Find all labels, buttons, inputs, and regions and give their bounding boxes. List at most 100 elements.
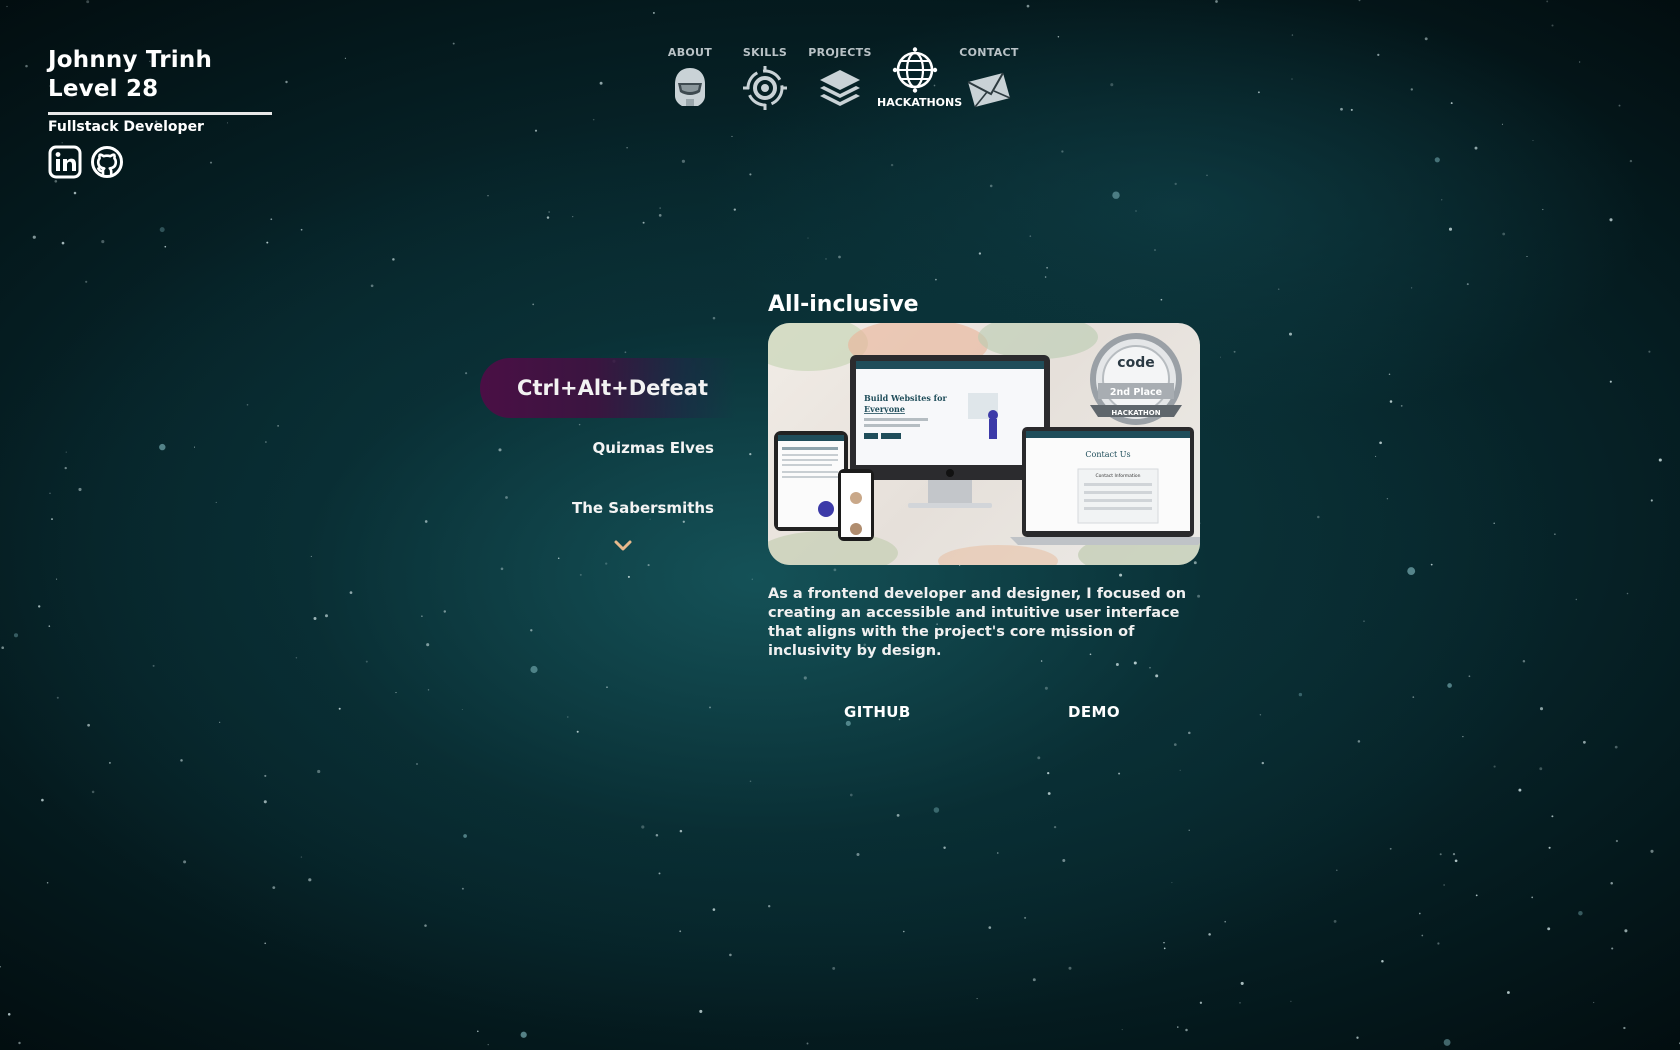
star [1650,499,1653,502]
star [461,887,464,890]
star [1206,174,1208,177]
star [605,562,608,565]
hackathon-item-active[interactable]: Ctrl+Alt+Defeat [480,358,736,418]
star [557,557,560,559]
star [1624,929,1628,933]
star [1112,191,1120,199]
star [465,372,468,375]
star [1289,332,1292,336]
star [300,856,303,858]
star [1171,882,1173,884]
star [658,872,661,875]
nav-item-contact[interactable]: CONTACT [951,46,1027,112]
star [164,245,167,248]
star [272,886,276,889]
star [1618,104,1621,107]
star [65,451,67,453]
demo-button[interactable]: DEMO [1068,703,1120,721]
star [338,707,341,710]
star [1441,199,1443,201]
star [712,316,716,320]
star [1356,1036,1359,1039]
star [1037,756,1041,760]
star [325,614,328,618]
star [1239,1002,1241,1004]
mockup-headline-emphasis: Everyone [864,404,905,414]
star [370,284,374,288]
star [658,214,662,217]
star [85,280,88,283]
star [1439,853,1442,856]
star [500,567,504,571]
star [627,575,630,578]
star [729,953,732,957]
project-panel: All-inclusive Build Websites for Everyon… [768,292,1200,727]
star [1583,740,1586,744]
star [13,633,19,638]
star [1609,218,1613,222]
star [487,1043,489,1046]
hackathon-item[interactable]: Quizmas Elves [593,439,714,457]
star [659,207,661,209]
nav-label-skills: SKILLS [742,46,788,59]
star [46,881,49,884]
star [749,452,752,456]
nav-item-about[interactable]: ABOUT [652,46,728,112]
star [317,769,321,774]
star [520,1031,527,1038]
helmet-icon [675,68,705,106]
star [1502,232,1506,236]
target-icon [743,66,787,110]
star [51,518,53,521]
star [91,790,95,794]
star [1259,714,1262,716]
star [1626,592,1629,595]
linkedin-link[interactable] [48,145,82,179]
star [1474,146,1478,150]
star [1188,731,1191,735]
star [546,216,550,219]
star [1539,767,1543,771]
star [1179,769,1181,771]
star [295,657,298,659]
star [933,807,940,813]
star [0,966,1,968]
star [392,258,395,261]
star [41,798,44,802]
github-link[interactable] [90,145,124,179]
nav-item-projects[interactable]: PROJECTS [802,46,878,112]
star [1418,912,1421,915]
star [567,716,569,718]
star [534,129,538,132]
star [652,11,655,14]
star [733,208,736,211]
star [1575,598,1578,601]
star [1379,441,1382,445]
star [1381,959,1384,963]
star [530,665,538,674]
hackathon-item[interactable]: The Sabersmiths [572,499,714,517]
star [193,446,196,448]
star [1400,404,1403,407]
star [1407,567,1416,576]
globe-icon [892,47,938,93]
star [1024,916,1027,919]
chevron-down-icon[interactable] [613,539,633,553]
star [1135,210,1137,212]
star [1650,849,1654,853]
star [152,664,155,667]
star [988,926,992,929]
nav-item-skills[interactable]: SKILLS [727,46,803,112]
star [1522,660,1526,663]
star [264,942,267,945]
star [1532,139,1534,142]
github-button[interactable]: GITHUB [844,703,911,721]
star [1547,927,1551,931]
star [1057,36,1060,38]
star [1421,934,1424,937]
star [1357,740,1361,743]
star [578,423,581,426]
star [1554,533,1556,535]
star [424,520,428,523]
nav-item-hackathons[interactable]: HACKATHONS [877,46,962,109]
